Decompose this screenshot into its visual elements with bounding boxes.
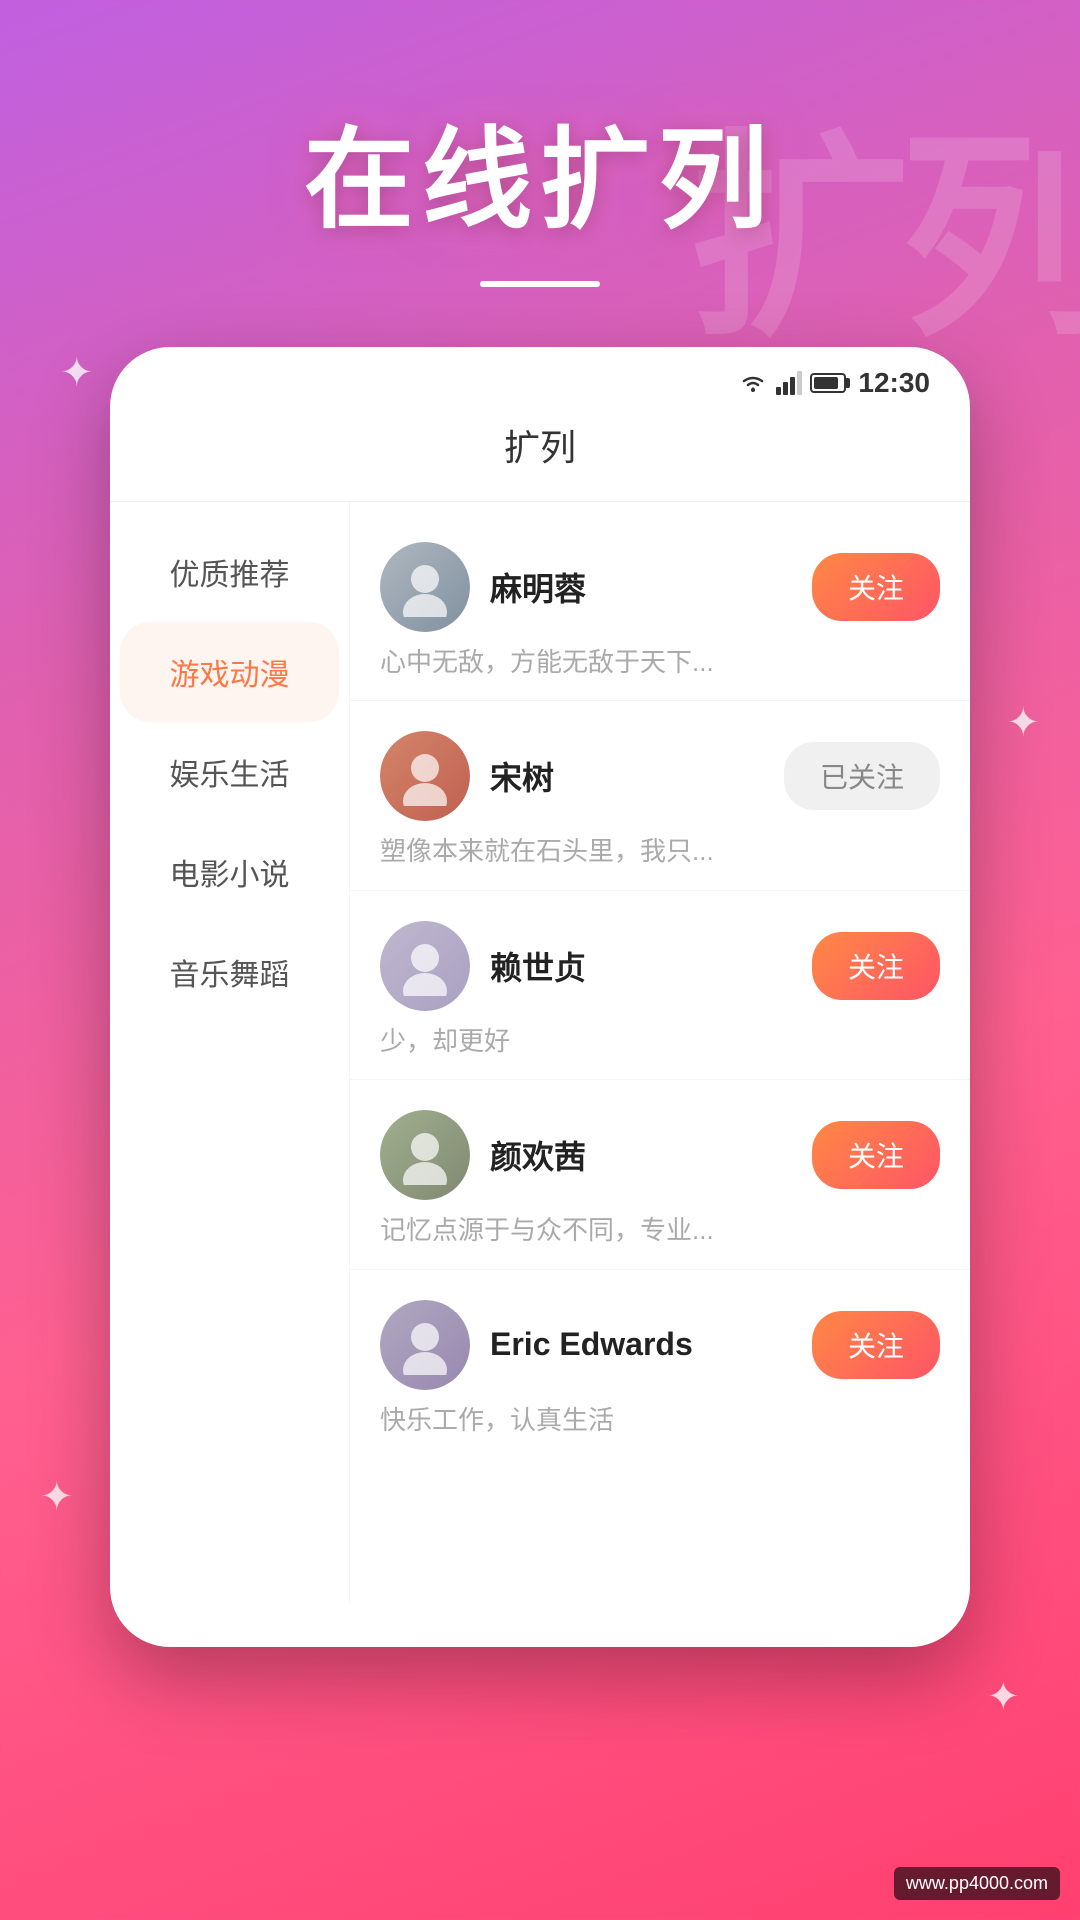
user-info: 宋树 [490,753,784,799]
status-time: 12:30 [858,367,930,399]
star-decoration-bl: ✦ [40,1474,74,1520]
user-name: 麻明蓉 [490,564,812,610]
user-info: 赖世贞 [490,943,812,989]
user-desc: 记忆点源于与众不同，专业... [380,1212,940,1248]
user-name: 颜欢茜 [490,1132,812,1178]
avatar [380,1110,470,1200]
header-area: 在线扩列 [0,0,1080,287]
status-icons [738,371,846,395]
user-desc: 心中无敌，方能无敌于天下... [380,644,940,680]
sidebar: 优质推荐 游戏动漫 娱乐生活 电影小说 音乐舞蹈 [110,502,350,1602]
user-desc: 少，却更好 [380,1023,940,1059]
sidebar-item-entertainment[interactable]: 娱乐生活 [110,722,349,822]
header-divider [480,281,600,287]
user-info: 麻明蓉 [490,564,812,610]
avatar [380,1300,470,1390]
user-row: 麻明蓉 关注 [380,542,940,632]
user-row: 颜欢茜 关注 [380,1110,940,1200]
list-item: Eric Edwards 关注 快乐工作，认真生活 [350,1270,970,1458]
user-list: 麻明蓉 关注 心中无敌，方能无敌于天下... 宋树 [350,502,970,1602]
follow-button[interactable]: 关注 [812,1311,940,1379]
follow-button[interactable]: 关注 [812,932,940,1000]
avatar [380,921,470,1011]
signal-icon [776,371,802,395]
main-content: 优质推荐 游戏动漫 娱乐生活 电影小说 音乐舞蹈 麻明蓉 [110,502,970,1602]
sidebar-item-game-anime[interactable]: 游戏动漫 [120,622,339,722]
sidebar-item-music-dance[interactable]: 音乐舞蹈 [110,922,349,1022]
follow-button[interactable]: 关注 [812,553,940,621]
sidebar-item-quality[interactable]: 优质推荐 [110,522,349,622]
user-name: 赖世贞 [490,943,812,989]
user-name: 宋树 [490,753,784,799]
wifi-icon [738,371,768,395]
star-decoration-tr: ✦ [1006,700,1040,746]
list-item: 宋树 已关注 塑像本来就在石头里，我只... [350,701,970,890]
list-item: 颜欢茜 关注 记忆点源于与众不同，专业... [350,1080,970,1269]
battery-icon [810,373,846,393]
watermark: www.pp4000.com [894,1867,1060,1900]
list-item: 赖世贞 关注 少，却更好 [350,891,970,1080]
user-info: 颜欢茜 [490,1132,812,1178]
status-bar: 12:30 [110,347,970,409]
user-row: 赖世贞 关注 [380,921,940,1011]
user-row: 宋树 已关注 [380,731,940,821]
app-titlebar: 扩列 [110,409,970,502]
user-desc: 塑像本来就在石头里，我只... [380,833,940,869]
user-desc: 快乐工作，认真生活 [380,1402,940,1438]
phone-mockup: 12:30 扩列 优质推荐 游戏动漫 娱乐生活 电影小说 音乐舞蹈 [110,347,970,1647]
follow-button[interactable]: 关注 [812,1121,940,1189]
user-row: Eric Edwards 关注 [380,1300,940,1390]
list-item: 麻明蓉 关注 心中无敌，方能无敌于天下... [350,512,970,701]
star-decoration-tl: ✦ [60,350,94,396]
avatar [380,542,470,632]
main-title: 在线扩列 [0,120,1080,241]
followed-button[interactable]: 已关注 [784,742,940,810]
star-decoration-br: ✦ [986,1674,1020,1720]
user-name: Eric Edwards [490,1326,812,1363]
app-title: 扩列 [504,427,576,468]
avatar [380,731,470,821]
user-info: Eric Edwards [490,1326,812,1363]
sidebar-item-movie-novel[interactable]: 电影小说 [110,822,349,922]
